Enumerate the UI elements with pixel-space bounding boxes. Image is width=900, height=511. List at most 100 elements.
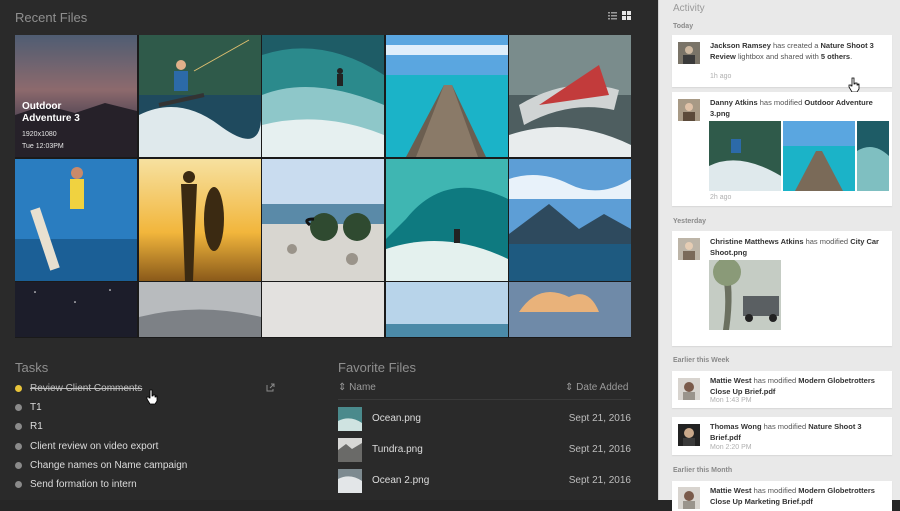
cloud-sunset-photo bbox=[509, 282, 631, 337]
activity-card[interactable]: Christine Matthews Atkins has modified C… bbox=[672, 231, 892, 346]
activity-text: Thomas Wong has modified Nature Shoot 3 … bbox=[710, 422, 862, 442]
date-column-label: Date Added bbox=[576, 382, 629, 393]
task-item[interactable]: Client review on video export bbox=[15, 438, 158, 454]
list-view-icon[interactable] bbox=[608, 11, 617, 20]
task-checkbox[interactable] bbox=[15, 480, 22, 488]
file-name: Tundra.png bbox=[372, 444, 423, 455]
file-thumbnail bbox=[338, 469, 362, 493]
activity-card[interactable]: Danny Atkins has modified Outdoor Advent… bbox=[672, 92, 892, 206]
windsurf-photo bbox=[509, 35, 631, 157]
task-item[interactable]: Review Client Comments bbox=[15, 380, 142, 396]
barrel-wave-photo bbox=[385, 158, 508, 281]
file-thumbnail[interactable] bbox=[262, 282, 384, 337]
activity-user: Thomas Wong bbox=[710, 422, 762, 431]
tasks-title: Tasks bbox=[15, 360, 49, 375]
grid-view-icon[interactable] bbox=[622, 11, 631, 20]
activity-thumbnail[interactable] bbox=[709, 121, 781, 191]
date-column-header[interactable]: ⇕ Date Added bbox=[565, 382, 628, 393]
favorite-file-row[interactable]: Tundra.png Sept 21, 2016 bbox=[338, 438, 631, 462]
file-thumbnail[interactable] bbox=[138, 35, 261, 157]
activity-user: Jackson Ramsey bbox=[710, 41, 771, 50]
file-name: Ocean 2.png bbox=[372, 475, 430, 486]
activity-text: Jackson Ramsey has created a Nature Shoo… bbox=[710, 41, 874, 61]
activity-card[interactable]: Mattie West has modified Modern Globetro… bbox=[672, 481, 892, 511]
file-thumbnail[interactable] bbox=[262, 35, 384, 157]
surf-wave-photo bbox=[262, 35, 384, 157]
ocean-2-thumbnail bbox=[338, 469, 362, 493]
hand-cursor-icon bbox=[146, 389, 158, 405]
sort-icon: ⇕ bbox=[565, 382, 574, 393]
divider bbox=[338, 399, 631, 400]
file-thumbnail[interactable] bbox=[138, 158, 261, 281]
file-date: Sept 21, 2016 bbox=[568, 475, 631, 486]
favorite-file-row[interactable]: Ocean.png Sept 21, 2016 bbox=[338, 407, 631, 431]
file-thumbnail[interactable]: Outdoor Adventure 3 1920x1080 Tue 12:03P… bbox=[15, 35, 137, 157]
task-checkbox[interactable] bbox=[15, 384, 22, 392]
file-thumbnail[interactable] bbox=[509, 35, 631, 157]
activity-time: Mon 2:20 PM bbox=[710, 444, 752, 451]
group-label-earlier-this-month: Earlier this Month bbox=[673, 467, 733, 474]
activity-thumbnail[interactable] bbox=[857, 121, 889, 191]
avatar bbox=[678, 378, 700, 400]
file-thumbnail[interactable] bbox=[15, 158, 137, 281]
activity-card[interactable]: Mattie West has modified Modern Globetro… bbox=[672, 371, 892, 408]
avatar bbox=[678, 99, 700, 121]
activity-user: Mattie West bbox=[710, 376, 752, 385]
hover-file-dimensions: 1920x1080 bbox=[22, 131, 57, 138]
file-date: Sept 21, 2016 bbox=[568, 413, 631, 424]
expand-icon[interactable] bbox=[266, 383, 275, 392]
tundra-thumbnail bbox=[338, 438, 362, 462]
group-label-today: Today bbox=[673, 23, 694, 30]
activity-text: Mattie West has modified Modern Globetro… bbox=[710, 376, 875, 396]
task-label: R1 bbox=[30, 420, 43, 432]
file-thumbnail bbox=[338, 438, 362, 462]
task-checkbox[interactable] bbox=[15, 403, 22, 411]
lake-mountains-photo bbox=[509, 158, 631, 281]
task-item[interactable]: T1 bbox=[15, 399, 42, 415]
task-item[interactable]: Send formation to intern bbox=[15, 476, 137, 492]
favorite-file-row[interactable]: Ocean 2.png Sept 21, 2016 bbox=[338, 469, 631, 493]
file-thumbnail[interactable] bbox=[509, 158, 631, 281]
file-thumbnail[interactable] bbox=[385, 282, 508, 337]
task-item[interactable]: Change names on Name campaign bbox=[15, 457, 187, 473]
task-label: T1 bbox=[30, 401, 42, 413]
activity-user: Mattie West bbox=[710, 486, 752, 495]
recent-files-grid: Outdoor Adventure 3 1920x1080 Tue 12:03P… bbox=[15, 35, 631, 338]
activity-text: Mattie West has modified Modern Globetro… bbox=[710, 486, 875, 506]
task-checkbox[interactable] bbox=[15, 422, 22, 430]
file-thumbnail[interactable] bbox=[15, 282, 137, 337]
activity-thumbnail[interactable] bbox=[783, 121, 855, 191]
task-label: Send formation to intern bbox=[30, 478, 137, 490]
ocean-thumbnail bbox=[338, 407, 362, 431]
file-date: Sept 21, 2016 bbox=[568, 444, 631, 455]
file-thumbnail bbox=[338, 407, 362, 431]
file-thumbnail[interactable] bbox=[262, 158, 384, 281]
avatar bbox=[678, 238, 700, 260]
activity-card[interactable]: Jackson Ramsey has created a Nature Shoo… bbox=[672, 35, 892, 93]
name-column-header[interactable]: ⇕ Name bbox=[338, 382, 376, 393]
file-name: Ocean.png bbox=[372, 413, 421, 424]
task-checkbox[interactable] bbox=[15, 461, 22, 469]
file-thumbnail[interactable] bbox=[138, 282, 261, 337]
file-thumbnail[interactable] bbox=[385, 35, 508, 157]
task-label: Client review on video export bbox=[30, 440, 159, 452]
task-label: Change names on Name campaign bbox=[30, 459, 188, 471]
recent-files-title: Recent Files bbox=[15, 10, 88, 25]
coast-photo bbox=[385, 282, 508, 337]
activity-card[interactable]: Thomas Wong has modified Nature Shoot 3 … bbox=[672, 417, 892, 455]
kite-jump-photo bbox=[15, 158, 137, 281]
view-toggle bbox=[608, 11, 631, 20]
task-checkbox[interactable] bbox=[15, 442, 22, 450]
task-item[interactable]: R1 bbox=[15, 418, 43, 434]
activity-time: 2h ago bbox=[710, 194, 732, 201]
activity-time: 1h ago bbox=[710, 73, 732, 80]
avatar bbox=[678, 42, 700, 64]
hover-file-time: Tue 12:03PM bbox=[22, 143, 64, 150]
activity-title: Activity bbox=[673, 3, 705, 14]
night-sky-photo bbox=[15, 282, 137, 337]
file-thumbnail[interactable] bbox=[509, 282, 631, 337]
activity-thumbnail[interactable] bbox=[709, 260, 781, 330]
activity-user: Christine Matthews Atkins bbox=[710, 237, 804, 246]
file-thumbnail[interactable] bbox=[385, 158, 508, 281]
sort-icon: ⇕ bbox=[338, 382, 347, 393]
